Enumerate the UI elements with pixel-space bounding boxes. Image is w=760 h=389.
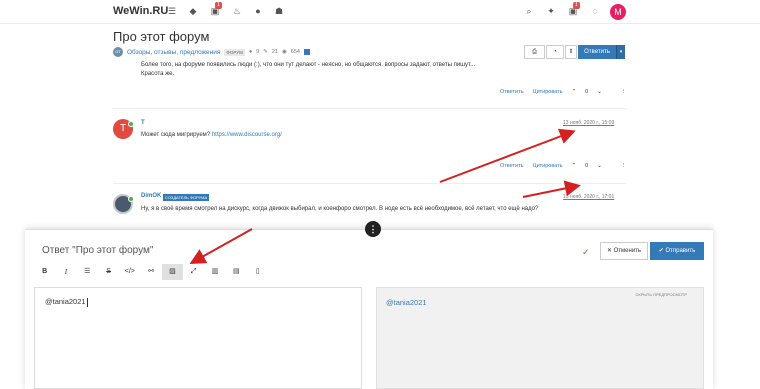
upload-image-icon[interactable]: ▤ [226,264,247,280]
post-1-reply-link[interactable]: Ответить [500,89,524,95]
formatting-toolbar: B I ☰ S </> ⚯ ▨ ⤢ ▥ ▤ ▯ [34,264,268,280]
post-2-quote-link[interactable]: Цитировать [533,163,563,169]
posters-count: 9 [256,49,260,55]
print-icon[interactable]: ⎙ [524,45,545,59]
downvote-icon[interactable]: ⌄ [597,89,602,95]
post-2-timestamp[interactable]: 13 нояб. 2020 г., 15:09 [563,120,614,126]
top-navbar: WeWin.RU ☰ ◆ ▣ 1 ♨ ● ☗ ⌕ ✦ ▣ 1 ◌ M [0,0,760,24]
post-menu-icon[interactable]: ⋮ [621,89,627,95]
composer-resize-handle[interactable]: ⋮ [365,221,381,237]
upload-file-icon[interactable]: ▯ [247,264,268,280]
online-status-dot [128,121,134,127]
preview-mention[interactable]: @tania2021 [386,298,427,307]
topic-title: Про этот форум [113,29,210,44]
arrow-to-timestamp-1 [439,128,576,183]
sort-icon[interactable]: ⇕ [565,45,577,59]
post-divider [113,183,626,184]
post-3-author[interactable]: DimOK [141,193,161,199]
category-icon: ОТ [113,47,123,57]
category-link[interactable]: Обзоры, отзывы, предложения [127,49,220,56]
post-1-text-line1: Более того, на форуме появились люди (:)… [141,62,476,68]
chat-icon[interactable]: ◌ [589,5,601,17]
list-icon[interactable]: ☰ [77,264,98,280]
upvote-icon[interactable]: ⌃ [572,163,577,169]
forum-creator-badge: СОЗДАТЕЛЬ ФОРУМА [163,194,210,201]
cancel-label: Отменить [613,248,642,254]
posts-count: 21 [271,49,278,55]
fullscreen-icon[interactable]: ⤢ [183,264,204,280]
editor-content: @tania2021 [45,297,88,307]
topic-reply-button[interactable]: Ответить [578,45,616,59]
brand-logo[interactable]: WeWin.RU [113,5,168,17]
post-2-votes: 0 [585,163,589,169]
unread-icon[interactable]: ▣ 1 [209,2,222,17]
draft-saved-icon: ✓ [582,247,590,257]
composer-editor[interactable]: @tania2021 [34,287,362,389]
posters-icon: ● [248,49,253,55]
post-divider [113,108,626,109]
post-3-timestamp[interactable]: 13 нояб. 2020 г., 17:01 [563,194,614,200]
strikethrough-icon[interactable]: S [98,264,119,280]
user-icon[interactable]: ● [252,5,264,17]
topic-meta: ОТ Обзоры, отзывы, предложения форум ● 9… [113,46,310,58]
text-caret [86,297,88,307]
watch-bell-icon[interactable]: ◔ [546,45,564,59]
post-1-votes: 0 [585,89,589,95]
italic-icon[interactable]: I [55,264,76,280]
bold-icon[interactable]: B [34,264,55,280]
online-status-dot [128,196,134,202]
topic-tag[interactable]: форум [224,48,245,56]
post-1-quote-link[interactable]: Цитировать [533,89,563,95]
reply-options-caret[interactable]: ▾ [616,45,625,59]
post-1-actions: Ответить Цитировать ⌃ 0 ⌄ ⋮ [500,88,626,96]
user-avatar[interactable]: M [610,4,626,20]
categories-list-icon[interactable]: ☰ [166,5,178,17]
fire-icon[interactable]: ♨ [231,5,243,17]
post-2-content: Может сюда мигрируем? https://www.discou… [141,131,282,140]
composer-title: Ответ "Про этот форум" [42,245,154,256]
chart-icon[interactable]: ▥ [204,264,225,280]
post-menu-icon[interactable]: ⋮ [621,163,627,169]
tags-icon[interactable]: ◆ [187,5,199,17]
search-icon[interactable]: ⌕ [523,5,535,17]
post-2-link[interactable]: https://www.discourse.org/ [212,132,282,138]
posts-icon: ✎ [263,49,268,55]
code-icon[interactable]: </> [119,264,140,280]
lightbulb-icon[interactable]: ✦ [545,5,557,17]
views-icon: ◉ [281,49,287,55]
post-2-author[interactable]: T [141,120,145,126]
post-2-reply-link[interactable]: Ответить [500,163,524,169]
unread-badge: 1 [215,2,222,9]
cancel-button[interactable]: ✕ Отменить [600,242,648,260]
composer-preview: скрыть предпросмотр @tania2021 [376,287,704,389]
views-count: 654 [290,49,300,55]
editor-value: @tania2021 [45,297,86,306]
upvote-icon[interactable]: ⌃ [572,89,577,95]
downvote-icon[interactable]: ⌄ [597,163,602,169]
group-icon[interactable]: ☗ [273,5,285,17]
submit-button[interactable]: ✔ Отправить [650,242,704,260]
notifications-icon[interactable]: ▣ 1 [567,2,580,17]
image-icon[interactable]: ▨ [161,264,184,280]
hide-preview-link[interactable]: скрыть предпросмотр [636,292,688,297]
post-2-actions: Ответить Цитировать ⌃ 0 ⌄ ⋮ [500,162,626,170]
post-2-text: Может сюда мигрируем? [141,132,211,138]
rss-icon[interactable] [303,49,310,55]
post-3-text: Ну, я в своё время смотрел на дискурс, к… [141,206,539,212]
link-icon[interactable]: ⚯ [140,264,161,280]
notifications-badge: 1 [573,2,580,9]
submit-label: Отправить [665,248,696,254]
post-1-text-line2: Красота же. [141,71,175,77]
